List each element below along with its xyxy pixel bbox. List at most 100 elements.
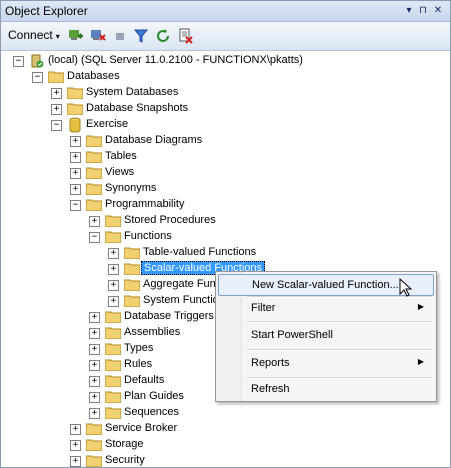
tree-node-functions[interactable]: − Functions: [1, 229, 450, 245]
collapse-icon[interactable]: −: [51, 120, 62, 131]
folder-icon: [67, 103, 83, 115]
close-icon[interactable]: ✕: [432, 4, 444, 17]
toolbar: Connect ▾: [1, 22, 450, 51]
tree-label: Aggregate Fun: [143, 278, 216, 290]
expand-icon[interactable]: +: [70, 456, 81, 467]
expand-icon[interactable]: +: [70, 152, 81, 163]
chevron-down-icon: ▾: [55, 32, 60, 41]
connect-object-explorer-icon[interactable]: [68, 28, 84, 44]
expand-icon[interactable]: +: [89, 408, 100, 419]
tree-node-database-diagrams[interactable]: + Database Diagrams: [1, 133, 450, 149]
expand-icon[interactable]: +: [108, 280, 119, 291]
folder-icon: [86, 199, 102, 211]
menu-item-label: New Scalar-valued Function...: [252, 279, 399, 291]
expand-icon[interactable]: +: [108, 264, 119, 275]
expand-icon[interactable]: +: [70, 168, 81, 179]
tree-node-storage[interactable]: + Storage: [1, 437, 450, 453]
filter-icon[interactable]: [133, 28, 149, 44]
tree-node-views[interactable]: + Views: [1, 165, 450, 181]
tree-node-synonyms[interactable]: + Synonyms: [1, 181, 450, 197]
collapse-icon[interactable]: −: [70, 200, 81, 211]
tree-node-table-valued-functions[interactable]: + Table-valued Functions: [1, 245, 450, 261]
disconnect-icon[interactable]: [90, 28, 106, 44]
menu-separator: [246, 349, 432, 351]
connect-button[interactable]: Connect ▾: [8, 28, 60, 44]
tree-label: Stored Procedures: [124, 214, 216, 226]
tree-label: Table-valued Functions: [143, 246, 257, 258]
title-bar: Object Explorer ▾ ⊓ ✕: [1, 1, 450, 22]
tree-label: Programmability: [105, 198, 185, 210]
expand-icon[interactable]: +: [89, 312, 100, 323]
object-tree: − (local) (SQL Server 11.0.2100 - FUNCTI…: [1, 51, 450, 467]
stop-icon[interactable]: [112, 28, 128, 44]
new-query-icon[interactable]: [177, 28, 193, 44]
tree-node-programmability[interactable]: − Programmability: [1, 197, 450, 213]
folder-icon: [86, 135, 102, 147]
server-icon: [31, 54, 44, 68]
expand-icon[interactable]: +: [89, 360, 100, 371]
expand-icon[interactable]: +: [89, 328, 100, 339]
tree-label: Database Snapshots: [86, 102, 189, 114]
tree-label: Rules: [124, 358, 153, 370]
expand-icon[interactable]: +: [70, 424, 81, 435]
collapse-icon[interactable]: −: [89, 232, 100, 243]
expand-icon[interactable]: +: [89, 216, 100, 227]
tree-label: Storage: [105, 438, 144, 450]
tree-label: Plan Guides: [124, 390, 184, 402]
tree-label: Views: [105, 166, 135, 178]
submenu-arrow-icon: ▶: [417, 302, 424, 311]
mouse-pointer-icon: [399, 278, 413, 297]
expand-icon[interactable]: +: [89, 392, 100, 403]
tree-node-sequences[interactable]: + Sequences: [1, 405, 450, 421]
tree-node-database-snapshots[interactable]: + Database Snapshots: [1, 101, 450, 117]
tree-node-exercise[interactable]: − Exercise: [1, 117, 450, 133]
folder-icon: [124, 247, 140, 259]
folder-icon: [124, 295, 140, 307]
tree-node-tables[interactable]: + Tables: [1, 149, 450, 165]
tree-label: System Databases: [86, 86, 179, 98]
window-position-icon[interactable]: ▾: [403, 4, 415, 17]
expand-icon[interactable]: +: [89, 344, 100, 355]
folder-icon: [105, 359, 121, 371]
expand-icon[interactable]: +: [108, 296, 119, 307]
menu-item-label: Reports: [251, 357, 290, 369]
menu-item-reports[interactable]: Reports ▶: [218, 353, 434, 375]
tree-node-server[interactable]: − (local) (SQL Server 11.0.2100 - FUNCTI…: [1, 53, 450, 69]
collapse-icon[interactable]: −: [13, 56, 24, 67]
object-explorer-panel: Object Explorer ▾ ⊓ ✕ Connect ▾ − (local…: [0, 0, 451, 468]
tree-node-system-databases[interactable]: + System Databases: [1, 85, 450, 101]
expand-icon[interactable]: +: [70, 136, 81, 147]
folder-icon: [105, 215, 121, 227]
expand-icon[interactable]: +: [70, 440, 81, 451]
expand-icon[interactable]: +: [70, 184, 81, 195]
collapse-icon[interactable]: −: [32, 72, 43, 83]
expand-icon[interactable]: +: [51, 88, 62, 99]
folder-icon: [86, 167, 102, 179]
tree-label: Functions: [124, 230, 172, 242]
auto-hide-pin-icon[interactable]: ⊓: [417, 4, 429, 17]
tree-node-stored-procedures[interactable]: + Stored Procedures: [1, 213, 450, 229]
panel-title: Object Explorer: [5, 4, 88, 18]
tree-label: Database Diagrams: [105, 134, 203, 146]
tree-label: Types: [124, 342, 154, 354]
folder-icon: [48, 71, 64, 83]
submenu-arrow-icon: ▶: [417, 357, 424, 366]
tree-label: System Functio: [143, 294, 219, 306]
database-icon: [69, 117, 81, 133]
expand-icon[interactable]: +: [51, 104, 62, 115]
folder-icon: [86, 183, 102, 195]
folder-icon: [105, 343, 121, 355]
tree-label: Assemblies: [124, 326, 181, 338]
expand-icon[interactable]: +: [89, 376, 100, 387]
folder-icon: [105, 391, 121, 403]
refresh-icon[interactable]: [155, 28, 171, 44]
menu-item-start-powershell[interactable]: Start PowerShell: [218, 325, 434, 347]
menu-item-refresh[interactable]: Refresh: [218, 379, 434, 401]
tree-node-security[interactable]: + Security: [1, 453, 450, 467]
expand-icon[interactable]: +: [108, 248, 119, 259]
menu-item-filter[interactable]: Filter ▶: [218, 298, 434, 320]
menu-item-label: Filter: [251, 302, 276, 314]
tree-node-databases[interactable]: − Databases: [1, 69, 450, 85]
folder-icon: [86, 439, 102, 451]
tree-node-service-broker[interactable]: + Service Broker: [1, 421, 450, 437]
